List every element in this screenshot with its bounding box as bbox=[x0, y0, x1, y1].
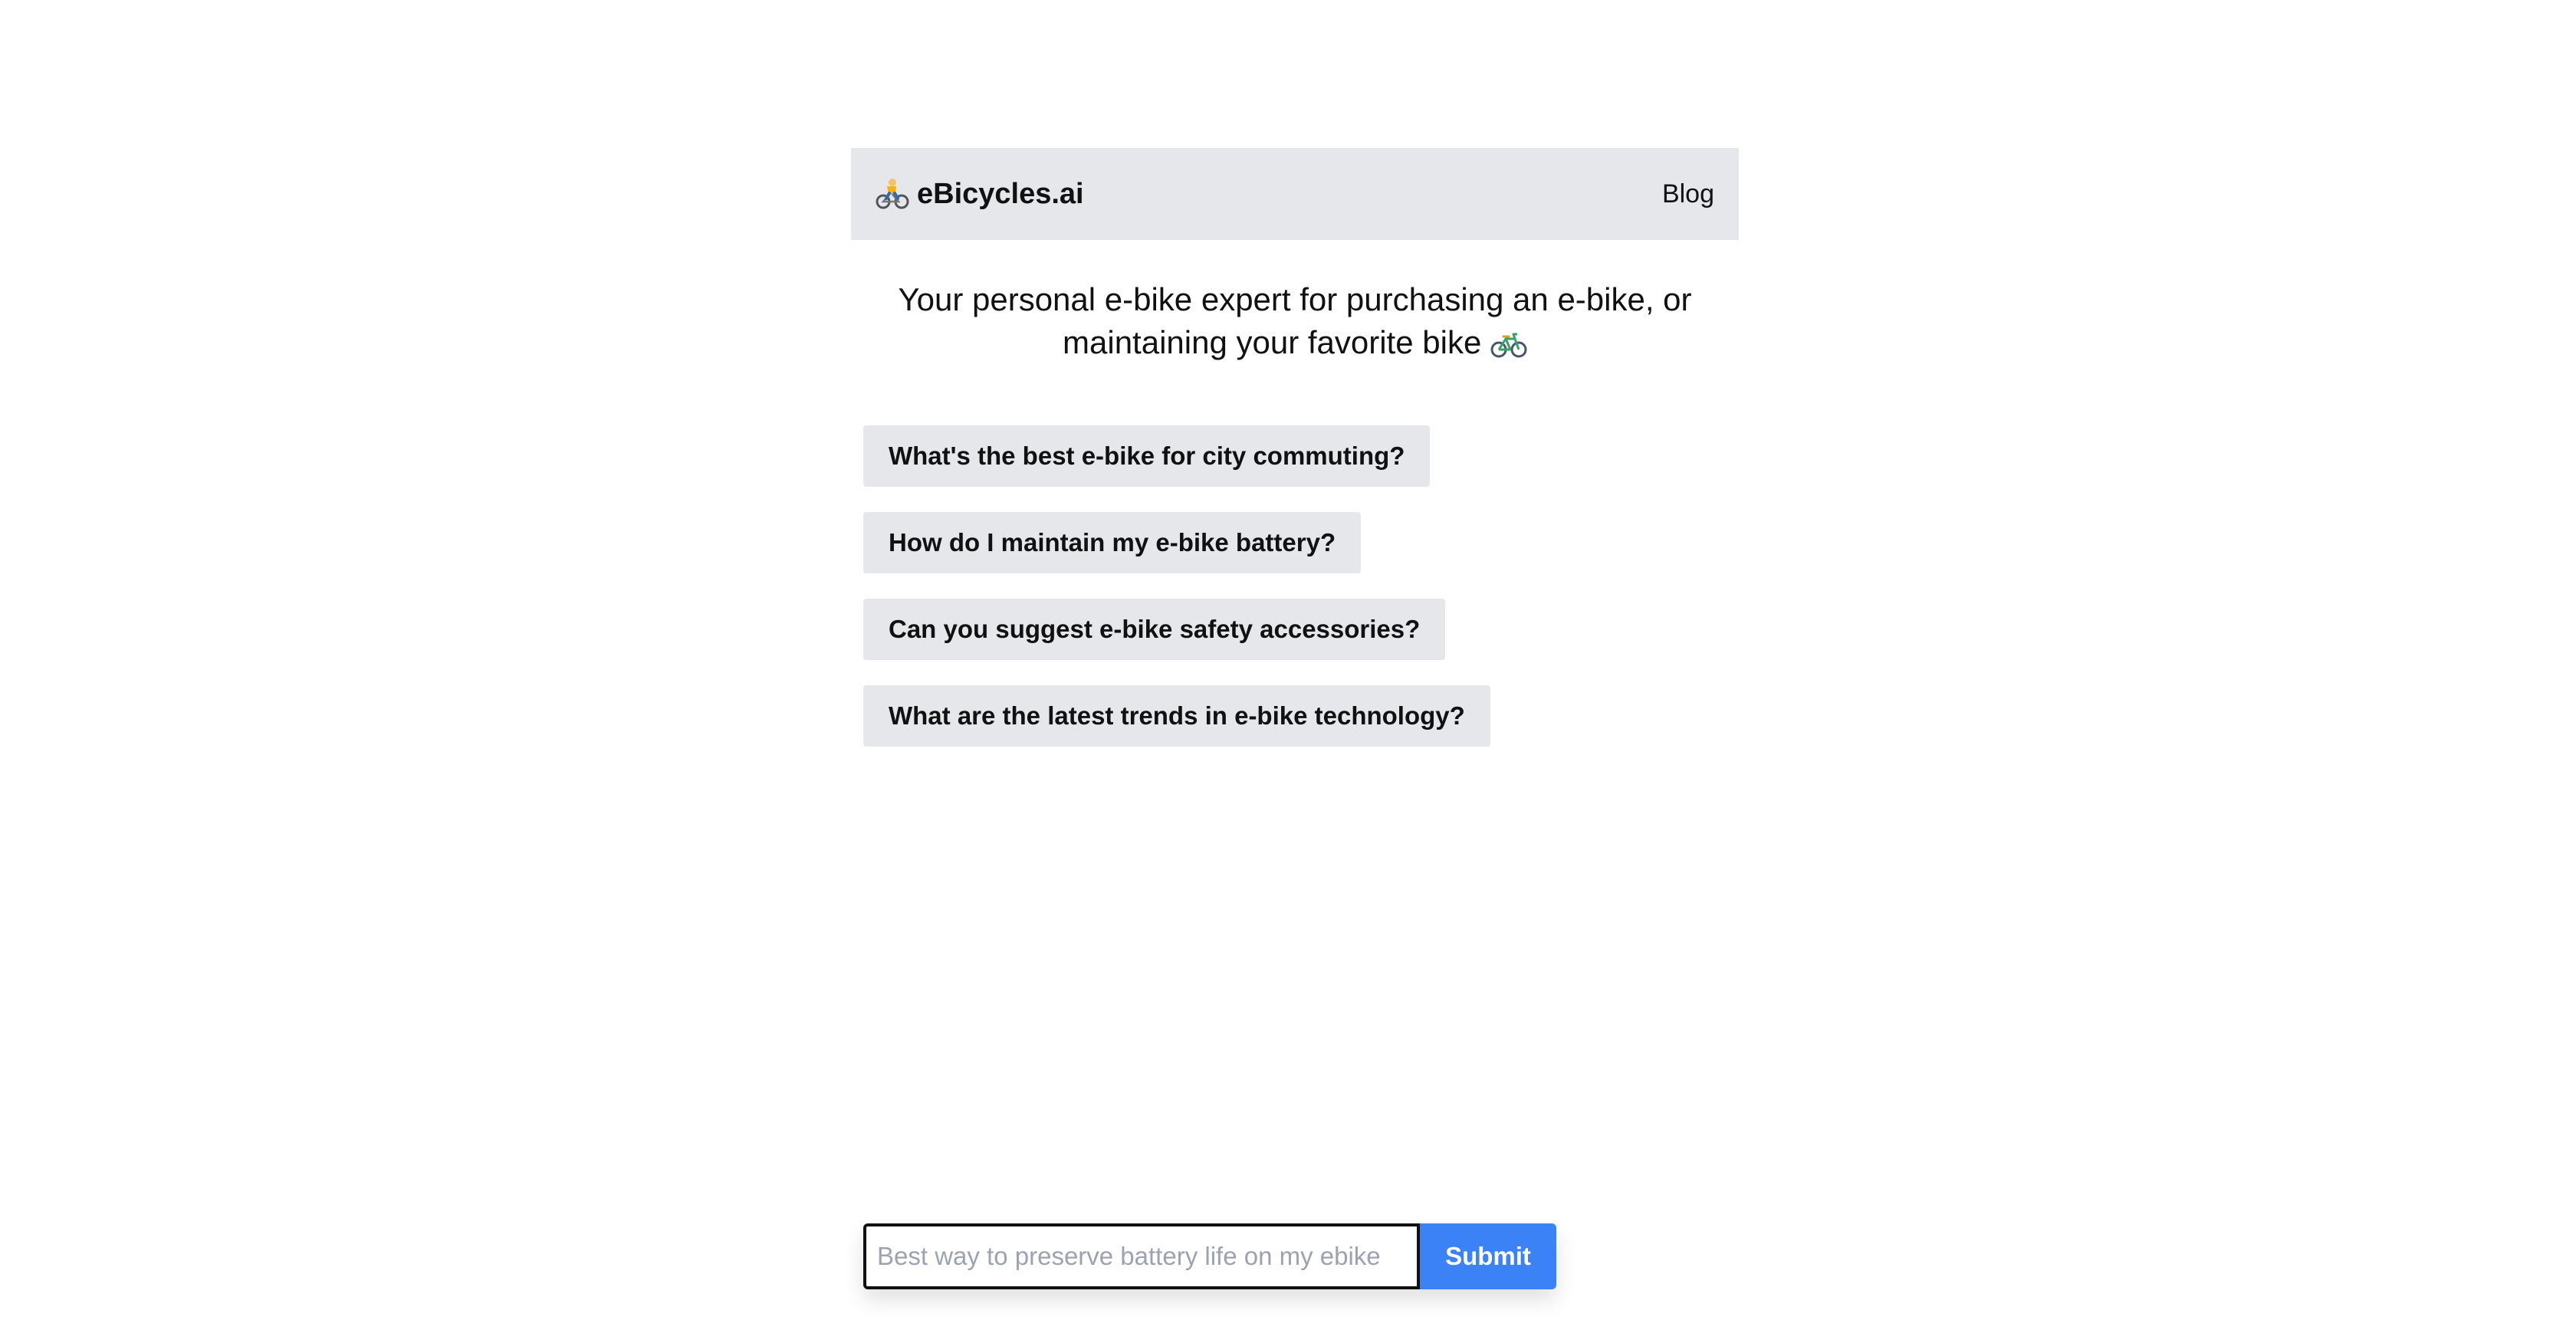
suggestion-row: What's the best e-bike for city commutin… bbox=[863, 425, 1739, 512]
suggestion-row: Can you suggest e-bike safety accessorie… bbox=[863, 599, 1739, 685]
submit-button[interactable]: Submit bbox=[1420, 1223, 1556, 1289]
nav-blog-link[interactable]: Blog bbox=[1662, 179, 1714, 209]
bicycle-icon bbox=[1490, 327, 1527, 358]
person-biking-icon bbox=[876, 177, 909, 211]
tagline: Your personal e-bike expert for purchasi… bbox=[851, 278, 1739, 364]
tagline-text: Your personal e-bike expert for purchasi… bbox=[898, 281, 1692, 360]
suggestion-row: How do I maintain my e-bike battery? bbox=[863, 512, 1739, 599]
brand[interactable]: eBicycles.ai bbox=[876, 177, 1084, 211]
main-container: eBicycles.ai Blog Your personal e-bike e… bbox=[851, 148, 1739, 772]
suggestion-button[interactable]: How do I maintain my e-bike battery? bbox=[863, 512, 1362, 573]
suggestion-button[interactable]: Can you suggest e-bike safety accessorie… bbox=[863, 599, 1446, 660]
page: eBicycles.ai Blog Your personal e-bike e… bbox=[0, 0, 2576, 1343]
brand-name: eBicycles.ai bbox=[917, 177, 1084, 210]
site-header: eBicycles.ai Blog bbox=[851, 148, 1739, 240]
suggestion-list: What's the best e-bike for city commutin… bbox=[851, 425, 1739, 772]
query-form: Submit bbox=[863, 1223, 1556, 1289]
query-input[interactable] bbox=[863, 1223, 1420, 1289]
suggestion-button[interactable]: What are the latest trends in e-bike tec… bbox=[863, 685, 1490, 747]
suggestion-button[interactable]: What's the best e-bike for city commutin… bbox=[863, 425, 1431, 487]
suggestion-row: What are the latest trends in e-bike tec… bbox=[863, 685, 1739, 772]
